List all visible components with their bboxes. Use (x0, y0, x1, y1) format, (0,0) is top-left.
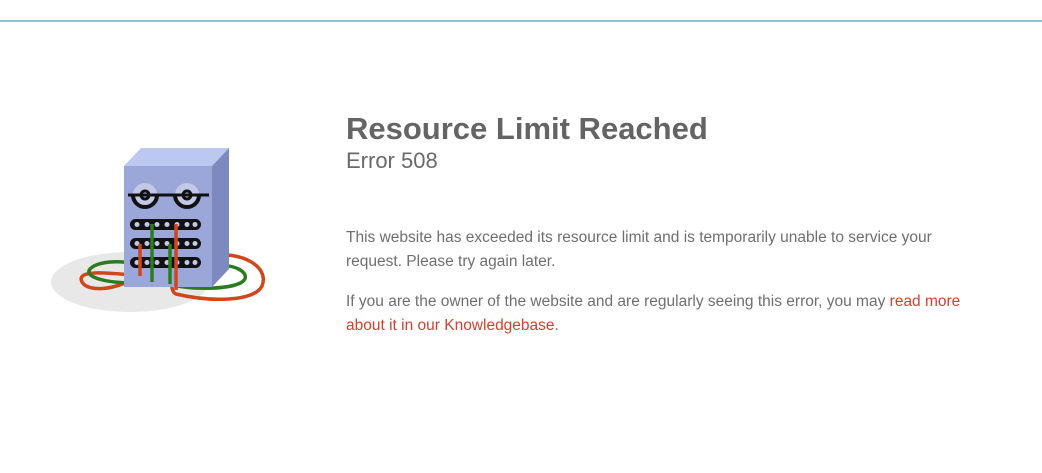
error-content: Resource Limit Reached Error 508 This we… (346, 112, 986, 338)
owner-note: If you are the owner of the website and … (346, 290, 966, 338)
page-title: Resource Limit Reached (346, 111, 708, 146)
owner-note-text: If you are the owner of the website and … (346, 293, 890, 310)
server-top (124, 148, 229, 166)
sleeping-server-illustration-icon (48, 140, 270, 316)
server-side (212, 148, 229, 287)
error-description: This website has exceeded its resource l… (346, 229, 932, 270)
top-divider (0, 20, 1042, 22)
error-code: Error 508 (346, 148, 438, 173)
owner-note-suffix: . (554, 317, 559, 334)
